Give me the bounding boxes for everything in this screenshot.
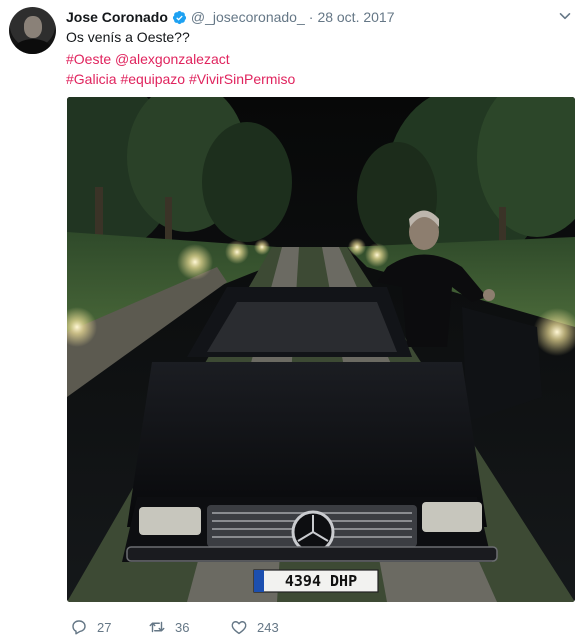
- verified-badge-icon: [172, 10, 186, 24]
- chevron-down-icon[interactable]: [559, 10, 571, 22]
- reply-icon: [72, 620, 86, 635]
- reply-button[interactable]: 27: [70, 618, 130, 636]
- mention-link[interactable]: @alexgonzalezact: [115, 51, 230, 67]
- tweet-header: Jose Coronado @_josecoronado_ · 28 oct. …: [66, 8, 395, 26]
- retweet-button[interactable]: 36: [148, 618, 230, 636]
- retweet-count: 36: [175, 619, 190, 635]
- hashtag-link[interactable]: #VivirSinPermiso: [189, 71, 295, 87]
- hashtag-link[interactable]: #equipazo: [120, 71, 185, 87]
- photo-scene: [67, 97, 575, 602]
- author-name[interactable]: Jose Coronado: [66, 9, 168, 25]
- tweet-photo[interactable]: 4394 DHP: [67, 97, 575, 602]
- hashtag-link[interactable]: #Galicia: [66, 71, 117, 87]
- like-count: 243: [257, 619, 279, 635]
- like-button[interactable]: 243: [230, 618, 279, 636]
- tweet-date[interactable]: 28 oct. 2017: [317, 9, 394, 25]
- meta-separator: ·: [308, 9, 314, 25]
- heart-icon: [231, 621, 247, 635]
- avatar-face: [24, 16, 42, 38]
- author-handle[interactable]: @_josecoronado_: [191, 9, 305, 25]
- tweet-text: Os venís a Oeste??: [66, 29, 190, 45]
- reply-count: 27: [97, 619, 112, 635]
- avatar-shoulders: [14, 39, 52, 54]
- tweet-actions: 27 36 243: [70, 618, 279, 636]
- author-avatar[interactable]: [9, 7, 56, 54]
- tweet-hashtags-line: #Galicia #equipazo #VivirSinPermiso: [66, 69, 295, 89]
- tweet-mentions-line: #Oeste @alexgonzalezact: [66, 49, 230, 69]
- hashtag-link[interactable]: #Oeste: [66, 51, 111, 67]
- retweet-icon: [149, 621, 165, 633]
- license-plate-text: 4394 DHP: [284, 572, 358, 590]
